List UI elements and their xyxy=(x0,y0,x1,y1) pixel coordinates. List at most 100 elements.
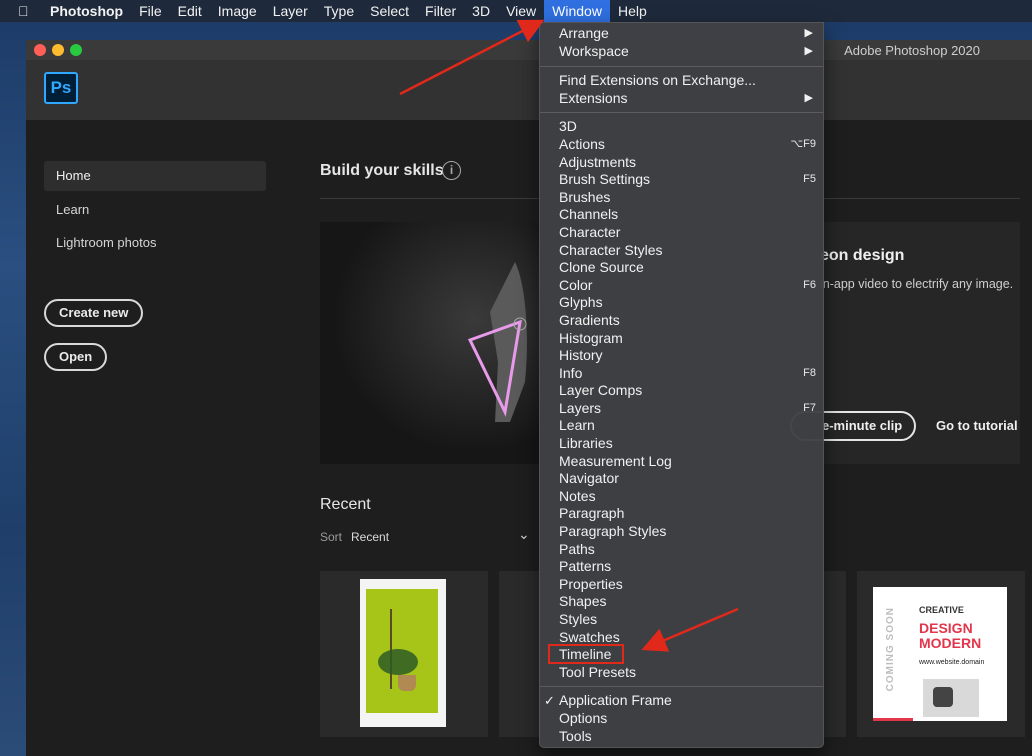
menu-item-tool-presets[interactable]: Tool Presets xyxy=(540,664,823,682)
menu-file[interactable]: File xyxy=(131,0,170,22)
menu-item-paragraph[interactable]: Paragraph xyxy=(540,505,823,523)
shortcut-label: ⌥F9 xyxy=(790,137,816,150)
menu-item-properties[interactable]: Properties xyxy=(540,576,823,594)
menu-item-paragraph-styles[interactable]: Paragraph Styles xyxy=(540,523,823,541)
go-to-tutorial-link[interactable]: Go to tutorial xyxy=(936,418,1018,433)
minimize-window-button[interactable] xyxy=(52,44,64,56)
menu-filter[interactable]: Filter xyxy=(417,0,464,22)
menu-item-info[interactable]: Info F8 xyxy=(540,365,823,383)
apple-icon[interactable]:  xyxy=(18,3,36,19)
submenu-arrow-icon: ▶ xyxy=(804,44,813,57)
menu-separator xyxy=(540,112,823,114)
menu-item-measurement-log[interactable]: Measurement Log xyxy=(540,453,823,471)
menu-select[interactable]: Select xyxy=(362,0,417,22)
timeline-highlight-box xyxy=(548,644,624,664)
menu-item-application-frame[interactable]: ✓ Application Frame xyxy=(540,692,823,710)
menu-view[interactable]: View xyxy=(498,0,544,22)
create-new-button[interactable]: Create new xyxy=(44,299,144,327)
shortcut-label: F6 xyxy=(803,278,816,291)
recent-title: Recent xyxy=(320,496,371,513)
menu-item-layers[interactable]: Layers F7 xyxy=(540,400,823,418)
recent-file-card[interactable] xyxy=(320,571,488,737)
menu-separator xyxy=(540,66,823,68)
menu-item-history[interactable]: History xyxy=(540,347,823,365)
menu-item-navigator[interactable]: Navigator xyxy=(540,470,823,488)
menu-app-name[interactable]: Photoshop xyxy=(50,0,131,22)
menu-item-layer-comps[interactable]: Layer Comps xyxy=(540,382,823,400)
design-modern-text: DESIGN MODERN xyxy=(919,620,982,651)
neon-triangle-icon xyxy=(467,262,527,422)
menu-item-notes[interactable]: Notes xyxy=(540,488,823,506)
zoom-window-button[interactable] xyxy=(70,44,82,56)
sort-label: Sort xyxy=(320,530,343,544)
menu-item-libraries[interactable]: Libraries xyxy=(540,435,823,453)
menu-item-extensions[interactable]: Extensions ▶ xyxy=(540,90,823,108)
plant-thumbnail xyxy=(360,579,446,727)
menu-item-styles[interactable]: Styles xyxy=(540,611,823,629)
home-header: Ps xyxy=(26,60,1032,120)
menu-item-channels[interactable]: Channels xyxy=(540,206,823,224)
menu-item-learn[interactable]: Learn xyxy=(540,417,823,435)
design-modern-thumbnail: COMING SOON CREATIVE DESIGN MODERN www.w… xyxy=(873,587,1007,721)
menu-item-tools[interactable]: Tools xyxy=(540,728,823,746)
menu-item-histogram[interactable]: Histogram xyxy=(540,330,823,348)
menu-item-options[interactable]: Options xyxy=(540,710,823,728)
menu-item-gradients[interactable]: Gradients xyxy=(540,312,823,330)
creative-text: CREATIVE xyxy=(919,605,964,615)
menu-window[interactable]: Window xyxy=(544,0,610,22)
shortcut-label: F5 xyxy=(803,173,816,186)
coming-soon-text: COMING SOON xyxy=(885,607,896,692)
sidebar-item-home[interactable]: Home xyxy=(44,161,266,191)
neon-hand-image xyxy=(320,222,540,464)
shortcut-label: F8 xyxy=(803,366,816,379)
info-icon[interactable]: i xyxy=(442,161,461,180)
window-menu-dropdown: Arrange ▶ Workspace ▶ Find Extensions on E… xyxy=(539,22,824,748)
menu-item-clone-source[interactable]: Clone Source xyxy=(540,259,823,277)
menu-item-adjustments[interactable]: Adjustments xyxy=(540,154,823,172)
menu-help[interactable]: Help xyxy=(610,0,655,22)
menu-item-glyphs[interactable]: Glyphs xyxy=(540,294,823,312)
close-window-button[interactable] xyxy=(34,44,46,56)
sidebar-item-lightroom-photos[interactable]: Lightroom photos xyxy=(44,228,266,258)
title-bar: Adobe Photoshop 2020 xyxy=(26,40,1032,60)
chair-image xyxy=(923,679,979,717)
menubar:  Photoshop File Edit Image Layer Type S… xyxy=(0,0,1032,22)
sidebar-item-learn[interactable]: Learn xyxy=(44,195,266,225)
photoshop-window: Adobe Photoshop 2020 Ps Home Learn Light… xyxy=(26,40,1032,756)
menu-item-find-extensions[interactable]: Find Extensions on Exchange... xyxy=(540,72,823,90)
hero-description: in-app video to electrify any image. xyxy=(820,277,1014,291)
menu-edit[interactable]: Edit xyxy=(170,0,210,22)
website-text: www.website.domain xyxy=(919,659,985,666)
recent-file-card[interactable] xyxy=(499,571,539,737)
menu-item-character[interactable]: Character xyxy=(540,224,823,242)
menu-item-arrange[interactable]: Arrange ▶ xyxy=(540,25,823,43)
menu-item-patterns[interactable]: Patterns xyxy=(540,558,823,576)
menu-item-actions[interactable]: Actions ⌥F9 xyxy=(540,136,823,154)
sort-select[interactable]: Recent xyxy=(351,530,389,544)
menu-separator xyxy=(540,686,823,688)
checkmark-icon: ✓ xyxy=(544,693,555,709)
submenu-arrow-icon: ▶ xyxy=(804,91,813,104)
chevron-down-icon[interactable]: ⌄ xyxy=(518,526,530,543)
photoshop-logo-icon: Ps xyxy=(44,72,78,104)
recent-file-card[interactable] xyxy=(822,571,846,737)
menu-type[interactable]: Type xyxy=(316,0,362,22)
hero-title: eon design xyxy=(820,247,905,264)
recent-file-card[interactable]: COMING SOON CREATIVE DESIGN MODERN www.w… xyxy=(857,571,1025,737)
menu-item-shapes[interactable]: Shapes xyxy=(540,593,823,611)
window-title: Adobe Photoshop 2020 xyxy=(844,43,980,58)
menu-3d[interactable]: 3D xyxy=(464,0,498,22)
menu-item-brush-settings[interactable]: Brush Settings F5 xyxy=(540,171,823,189)
menu-item-paths[interactable]: Paths xyxy=(540,541,823,559)
menu-layer[interactable]: Layer xyxy=(265,0,316,22)
menu-item-brushes[interactable]: Brushes xyxy=(540,189,823,207)
menu-item-color[interactable]: Color F6 xyxy=(540,277,823,295)
submenu-arrow-icon: ▶ xyxy=(804,27,813,39)
open-button[interactable]: Open xyxy=(44,343,108,371)
menu-item-character-styles[interactable]: Character Styles xyxy=(540,242,823,260)
build-skills-title: Build your skills xyxy=(320,162,444,179)
menu-image[interactable]: Image xyxy=(210,0,265,22)
menu-item-3d[interactable]: 3D xyxy=(540,118,823,136)
shortcut-label: F7 xyxy=(803,401,816,414)
menu-item-workspace[interactable]: Workspace ▶ xyxy=(540,43,823,61)
